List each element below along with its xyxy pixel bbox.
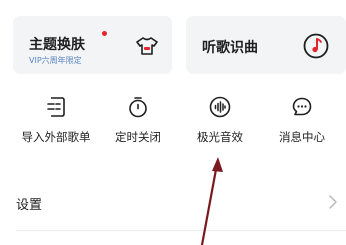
timer-icon	[129, 97, 147, 118]
song-recognition-title: 听歌识曲	[202, 40, 258, 56]
chevron-right-icon	[329, 195, 337, 209]
theme-skin-card[interactable]: 主题换肤 VIP六周年限定	[13, 16, 172, 74]
theme-skin-subtitle: VIP六周年限定	[29, 56, 82, 65]
row-divider	[16, 230, 346, 231]
aurora-sound-effect-label: 极光音效	[197, 130, 243, 144]
music-disc-icon	[303, 33, 329, 59]
theme-skin-title: 主题换肤	[29, 37, 85, 53]
import-playlist-button[interactable]: 导入外部歌单	[13, 96, 99, 145]
tshirt-icon	[136, 37, 158, 55]
message-bubble-icon	[292, 97, 312, 116]
settings-row[interactable]: 设置	[0, 186, 346, 216]
sleep-timer-button[interactable]: 定时关闭	[95, 96, 181, 145]
message-center-label: 消息中心	[279, 130, 325, 144]
aurora-sound-effect-button[interactable]: 极光音效	[177, 96, 263, 145]
import-playlist-label: 导入外部歌单	[21, 130, 91, 144]
sleep-timer-label: 定时关闭	[115, 130, 161, 144]
import-list-icon	[47, 97, 65, 117]
new-badge-dot	[102, 31, 107, 36]
song-recognition-card[interactable]: 听歌识曲	[186, 16, 346, 74]
message-center-button[interactable]: 消息中心	[259, 96, 345, 145]
sound-wave-icon	[209, 96, 231, 118]
settings-label: 设置	[16, 198, 43, 213]
